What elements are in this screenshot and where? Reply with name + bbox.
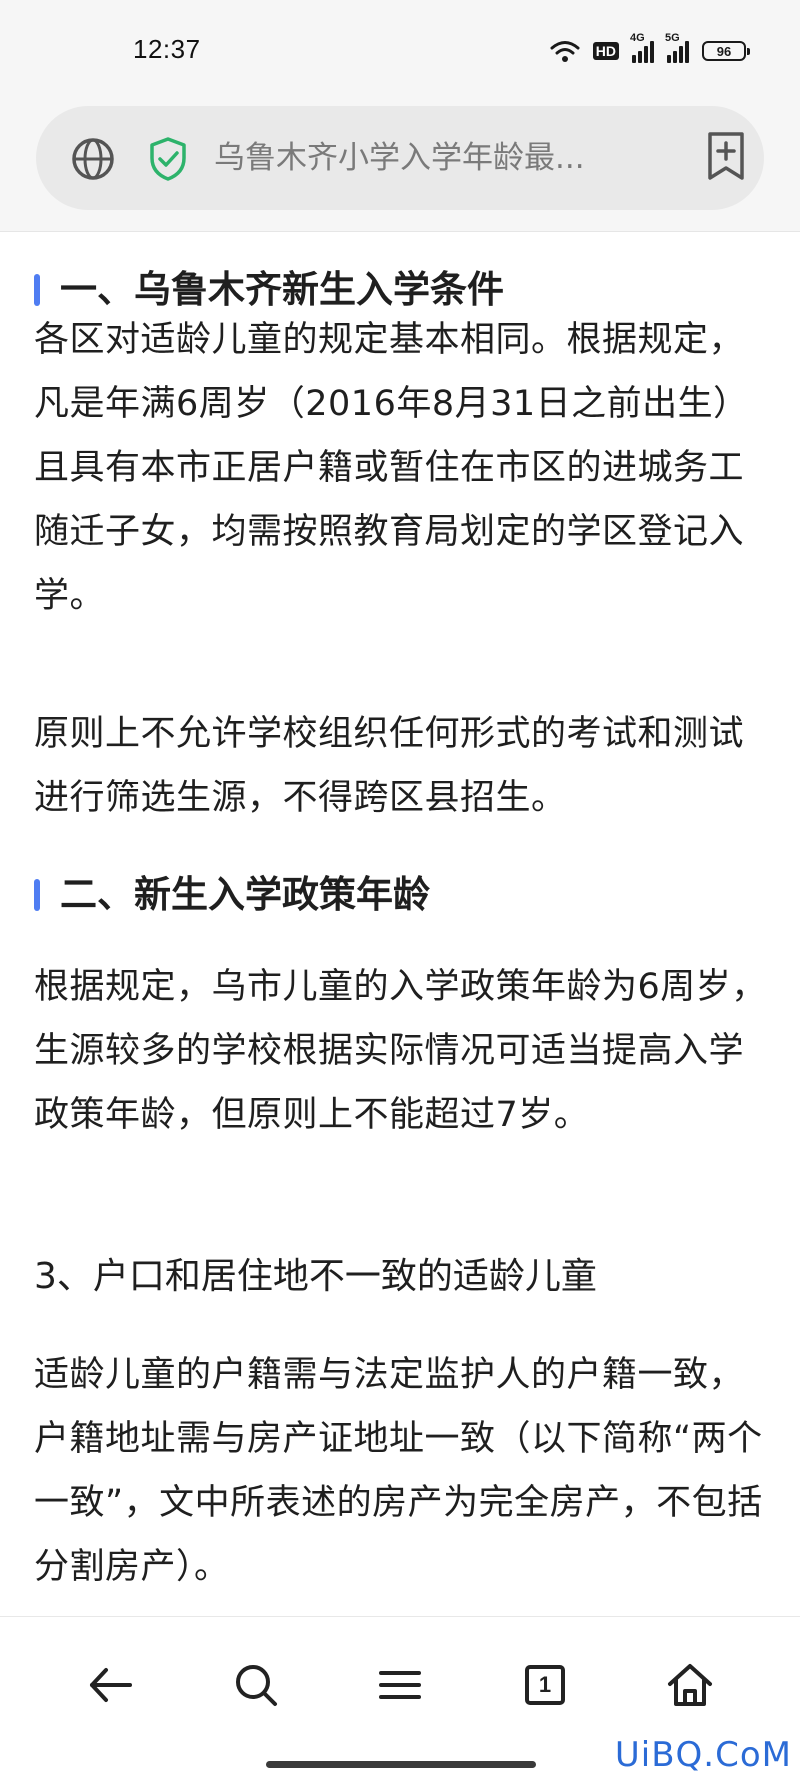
battery-level: 96: [716, 43, 732, 59]
paragraph-1: 各区对适龄儿童的规定基本相同。根据规定，凡是年满6周岁（2016年8月31日之前…: [34, 320, 749, 616]
back-arrow-icon: [90, 1668, 132, 1702]
gesture-home-indicator[interactable]: [266, 1761, 536, 1768]
section-heading-3: 3、户口和居住地不一致的适龄儿童: [34, 1256, 597, 1297]
bookmark-add-icon[interactable]: [704, 130, 748, 182]
signal-4g-icon: 4G: [630, 32, 654, 63]
browser-address-area: 乌鲁木齐小学入学年龄最...: [0, 100, 800, 232]
article-content[interactable]: 一、乌鲁木齐新生入学条件 各区对适龄儿童的规定基本相同。根据规定，凡是年满6周岁…: [0, 232, 800, 1616]
hd-voice-badge: HD: [592, 42, 619, 60]
search-icon: [236, 1665, 277, 1706]
tab-count: 1: [538, 1672, 552, 1697]
status-bar: 12:37 HD 4G 5G 96: [0, 0, 800, 100]
wifi-icon: [550, 41, 580, 62]
bottom-toolbar: 1 UiBQ.CoM: [0, 1616, 800, 1779]
paragraph-3: 根据规定，乌市儿童的入学政策年龄为6周岁，生源较多的学校根据实际情况可适当提高入…: [34, 967, 767, 1135]
back-button[interactable]: [82, 1657, 138, 1713]
paragraph-4: 适龄儿童的户籍需与法定监护人的户籍一致，户籍地址需与房产证地址一致（以下简称“两…: [34, 1355, 763, 1587]
network-5g-label: 5G: [665, 32, 680, 44]
battery-icon: 96: [702, 41, 750, 61]
status-icons: HD 4G 5G 96: [550, 32, 750, 66]
home-icon: [668, 1664, 712, 1706]
menu-button[interactable]: [372, 1657, 428, 1713]
heading-accent-bar: [34, 274, 40, 306]
section-heading-2-text: 二、新生入学政策年龄: [60, 873, 430, 916]
tabs-button[interactable]: 1: [517, 1657, 573, 1713]
paragraph-2: 原则上不允许学校组织任何形式的考试和测试进行筛选生源，不得跨区县招生。: [34, 714, 745, 818]
search-button[interactable]: [228, 1657, 284, 1713]
globe-icon[interactable]: [70, 136, 116, 182]
home-button[interactable]: [662, 1657, 718, 1713]
status-time: 12:37: [133, 34, 201, 64]
network-4g-label: 4G: [630, 32, 645, 44]
heading-accent-bar: [34, 879, 40, 911]
watermark: UiBQ.CoM: [614, 1735, 792, 1775]
security-shield-icon[interactable]: [146, 136, 190, 182]
signal-5g-icon: 5G: [665, 32, 689, 63]
menu-icon: [379, 1671, 421, 1699]
page-title[interactable]: 乌鲁木齐小学入学年龄最...: [214, 138, 634, 178]
section-heading-2: 二、新生入学政策年龄: [34, 870, 430, 920]
